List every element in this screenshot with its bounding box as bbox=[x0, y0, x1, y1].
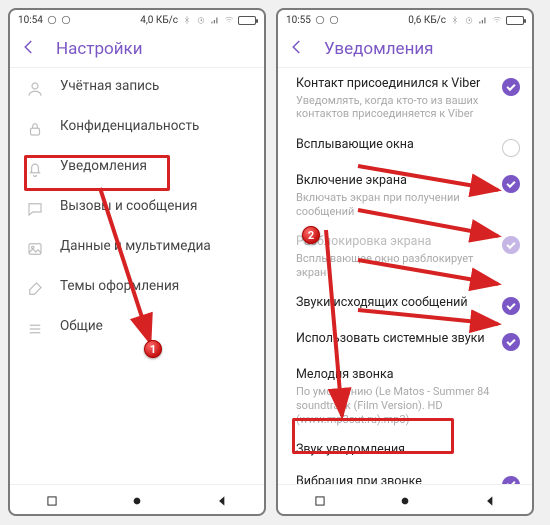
row-label: Данные и мультимедиа bbox=[60, 238, 252, 255]
row-label: Мелодия звонка bbox=[296, 367, 520, 383]
alarm-icon bbox=[464, 15, 474, 25]
notifications-list: Контакт присоединился к Viber Уведомлять… bbox=[278, 68, 532, 484]
app-header: Настройки bbox=[10, 30, 264, 68]
viber-icon bbox=[329, 15, 339, 25]
notif-row-screen-on[interactable]: Включение экрана Включать экран при полу… bbox=[278, 165, 532, 226]
status-time: 10:54 bbox=[18, 15, 43, 26]
row-label: Темы оформления bbox=[60, 278, 252, 295]
brush-icon bbox=[24, 278, 46, 298]
nav-back[interactable] bbox=[483, 493, 497, 507]
back-button[interactable] bbox=[20, 38, 38, 60]
alarm-icon bbox=[196, 15, 206, 25]
row-sub: По умолчанию (Le Matos - Summer 84 sound… bbox=[296, 385, 520, 426]
notif-row-ringtone[interactable]: Мелодия звонка По умолчанию (Le Matos - … bbox=[278, 359, 532, 434]
row-label: Звуки исходящих сообщений bbox=[296, 295, 492, 311]
settings-row-media[interactable]: Данные и мультимедиа bbox=[10, 228, 264, 268]
settings-row-privacy[interactable]: Конфиденциальность bbox=[10, 108, 264, 148]
row-label: Уведомления bbox=[60, 158, 252, 175]
page-title: Настройки bbox=[56, 39, 143, 59]
status-net: 0,6 КБ/с bbox=[408, 15, 446, 26]
toggle-screen-on[interactable] bbox=[502, 175, 520, 193]
nav-back[interactable] bbox=[215, 493, 229, 507]
notif-row-popups[interactable]: Всплывающие окна bbox=[278, 129, 532, 165]
status-bar: 10:54 4,0 КБ/с bbox=[10, 10, 264, 30]
bluetooth-icon bbox=[450, 15, 460, 25]
signal-icon bbox=[478, 15, 488, 25]
list-icon bbox=[24, 318, 46, 338]
row-sub: Включать экран при получении сообщений bbox=[296, 191, 492, 219]
toggle-contact-joined[interactable] bbox=[502, 78, 520, 96]
toggle-vibrate[interactable] bbox=[502, 476, 520, 484]
settings-list: Учётная запись Конфиденциальность Уведом… bbox=[10, 68, 264, 484]
signal-icon bbox=[210, 15, 220, 25]
user-icon bbox=[24, 78, 46, 98]
toggle-outgoing-sound[interactable] bbox=[502, 297, 520, 315]
phone-left: 10:54 4,0 КБ/с Настройки Учётная bbox=[8, 8, 266, 516]
back-button[interactable] bbox=[288, 38, 306, 60]
nav-recent[interactable] bbox=[45, 493, 59, 507]
row-label: Всплывающие окна bbox=[296, 137, 492, 153]
row-label: Вибрация при звонке bbox=[296, 474, 492, 484]
settings-row-themes[interactable]: Темы оформления bbox=[10, 268, 264, 308]
battery-icon bbox=[238, 16, 256, 25]
notif-row-contact-joined[interactable]: Контакт присоединился к Viber Уведомлять… bbox=[278, 68, 532, 129]
settings-row-notifications[interactable]: Уведомления bbox=[10, 148, 264, 188]
row-label: Включение экрана bbox=[296, 173, 492, 189]
callout-1: 1 bbox=[144, 340, 162, 358]
row-label: Звук уведомления bbox=[296, 442, 520, 458]
toggle-system-sound[interactable] bbox=[502, 333, 520, 351]
notif-row-vibrate[interactable]: Вибрация при звонке bbox=[278, 466, 532, 484]
whatsapp-icon bbox=[315, 15, 325, 25]
callout-2: 2 bbox=[302, 226, 320, 244]
status-bar: 10:55 0,6 КБ/с bbox=[278, 10, 532, 30]
row-sub: Уведомлять, когда кто-то из ваших контак… bbox=[296, 94, 492, 122]
viber-icon bbox=[61, 15, 71, 25]
nav-home[interactable] bbox=[130, 493, 144, 507]
row-label: Общие bbox=[60, 318, 252, 335]
lock-icon bbox=[24, 118, 46, 138]
toggle-unlock[interactable] bbox=[502, 236, 520, 254]
chat-icon bbox=[24, 198, 46, 218]
row-sub: Всплывающее окно разблокирует экран bbox=[296, 252, 492, 280]
row-label: Конфиденциальность bbox=[60, 118, 252, 135]
image-icon bbox=[24, 238, 46, 258]
settings-row-calls[interactable]: Вызовы и сообщения bbox=[10, 188, 264, 228]
notif-row-system-sound[interactable]: Использовать системные звуки bbox=[278, 323, 532, 359]
status-time: 10:55 bbox=[286, 15, 311, 26]
bell-icon bbox=[24, 158, 46, 178]
row-label: Вызовы и сообщения bbox=[60, 198, 252, 215]
wifi-icon bbox=[492, 15, 502, 25]
battery-icon bbox=[506, 16, 524, 25]
whatsapp-icon bbox=[47, 15, 57, 25]
notif-row-outgoing-sound[interactable]: Звуки исходящих сообщений bbox=[278, 287, 532, 323]
bluetooth-icon bbox=[182, 15, 192, 25]
wifi-icon bbox=[224, 15, 234, 25]
nav-recent[interactable] bbox=[313, 493, 327, 507]
toggle-popups[interactable] bbox=[502, 139, 520, 157]
page-title: Уведомления bbox=[324, 39, 434, 59]
settings-row-account[interactable]: Учётная запись bbox=[10, 68, 264, 108]
row-label: Использовать системные звуки bbox=[296, 331, 492, 347]
row-label: Контакт присоединился к Viber bbox=[296, 76, 492, 92]
notif-row-notif-sound[interactable]: Звук уведомления bbox=[278, 434, 532, 466]
row-label: Учётная запись bbox=[60, 78, 252, 95]
nav-home[interactable] bbox=[398, 493, 412, 507]
app-header: Уведомления bbox=[278, 30, 532, 68]
settings-row-general[interactable]: Общие bbox=[10, 308, 264, 348]
row-label: Разблокировка экрана bbox=[296, 234, 492, 250]
status-net: 4,0 КБ/с bbox=[140, 15, 178, 26]
android-navbar bbox=[278, 484, 532, 514]
phone-right: 10:55 0,6 КБ/с Уведомления Конт bbox=[276, 8, 534, 516]
android-navbar bbox=[10, 484, 264, 514]
